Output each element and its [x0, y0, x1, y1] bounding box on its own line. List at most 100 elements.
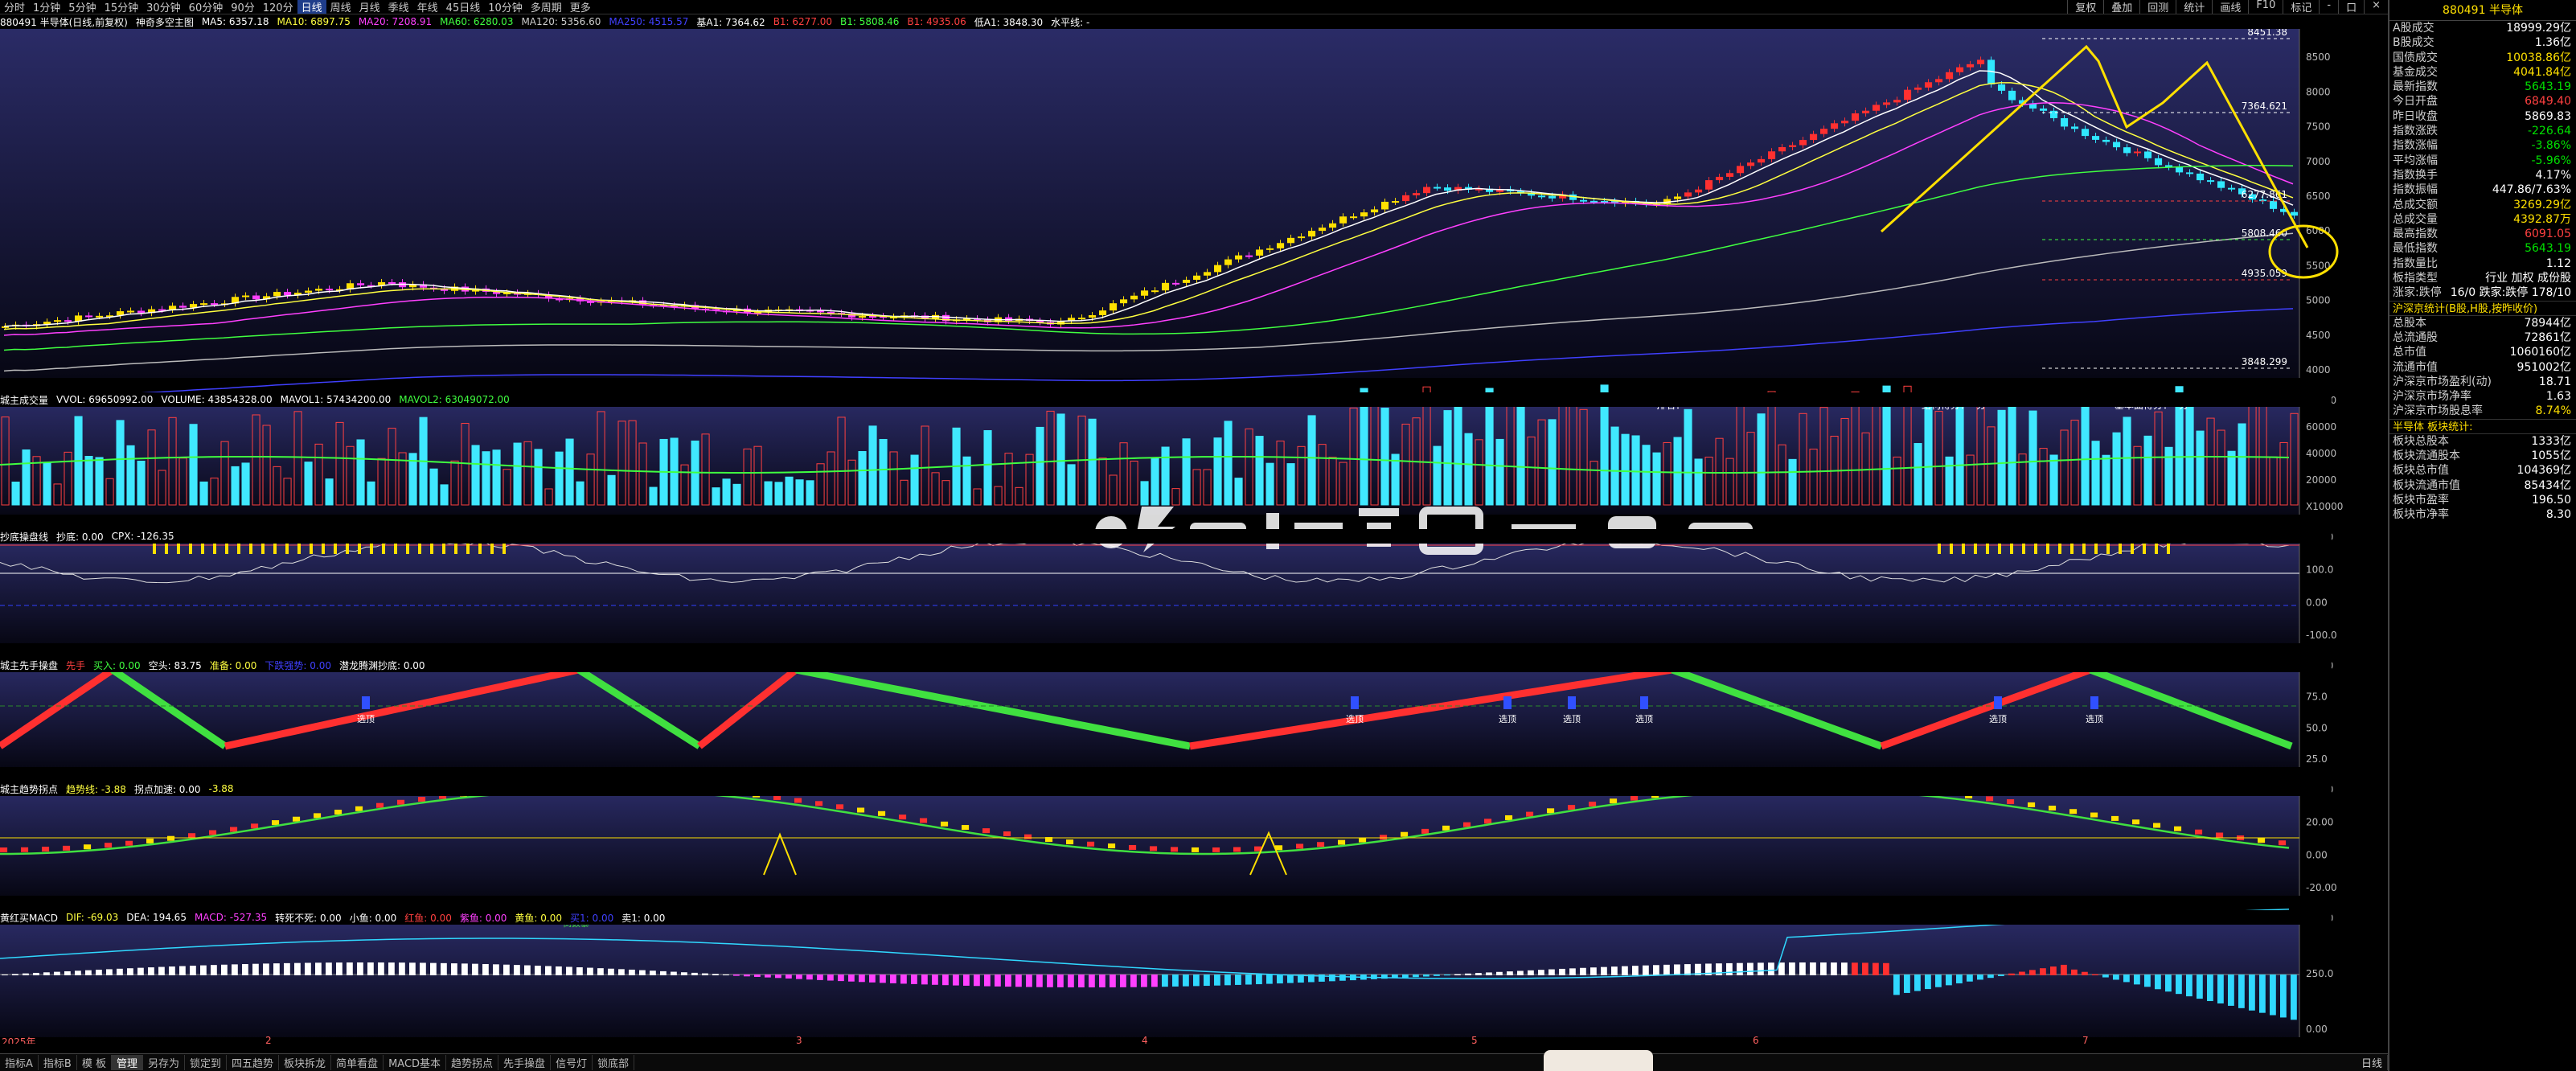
toolbar-button-5[interactable]: F10 [2248, 0, 2283, 14]
trend-marker [2111, 815, 2119, 821]
candle [1141, 290, 1149, 296]
indicator-tab-6[interactable]: 四五趋势 [227, 1055, 280, 1070]
indicator-tab-8[interactable]: 简单看盘 [331, 1055, 384, 1070]
indicator-tab-2[interactable]: 模 板 [77, 1055, 112, 1070]
indicator-tab-10[interactable]: 趋势拐点 [446, 1055, 499, 1070]
trend-marker [21, 847, 29, 852]
legend-value: MA10: 6897.75 [277, 16, 351, 27]
stat-value: 6849.40 [2525, 95, 2571, 109]
stat-row: 沪深京市场净率 1.63 [2389, 389, 2576, 404]
legend-value: 基A1: 7364.62 [696, 16, 765, 28]
toolbar-button-3[interactable]: 统计 [2176, 0, 2212, 14]
stat-label: 板指类型 [2393, 272, 2438, 285]
volume-bar [565, 438, 574, 506]
period-tab-1[interactable]: 1分钟 [29, 0, 64, 14]
trend-marker [920, 818, 928, 823]
indicator-tab-12[interactable]: 信号灯 [551, 1055, 593, 1070]
macd-bar [1967, 975, 1973, 982]
toolbar-button-8[interactable]: 口 [2338, 0, 2364, 14]
indicator-title[interactable]: 黄红买MACD [0, 911, 58, 925]
tri-info-legend: 城主先手操盘 先手 买入: 0.00 空头: 83.75 准备: 0.00 下跌强势: 0… [0, 658, 2332, 672]
stat-row: 沪深京市场盈利(动) 18.71 [2389, 375, 2576, 389]
volume-bar [1255, 436, 1264, 506]
tri-signal [1351, 696, 1359, 709]
candle [817, 310, 825, 313]
toolbar-button-1[interactable]: 叠加 [2103, 0, 2139, 14]
period-tab-9[interactable]: 周线 [326, 0, 355, 14]
toolbar-button-4[interactable]: 画线 [2212, 0, 2248, 14]
toolbar-button-7[interactable]: - [2319, 0, 2338, 14]
macd-bar [117, 968, 123, 975]
bottom-period-label[interactable]: 日线 [2357, 1055, 2388, 1070]
period-tab-3[interactable]: 15分钟 [100, 0, 143, 14]
stat-row: 沪深京市场股息率 8.74% [2389, 404, 2576, 418]
reference-label: 3848.299 [2242, 356, 2287, 367]
volume-bar [879, 438, 888, 506]
macd-bar [2134, 975, 2140, 985]
macd-bar [859, 975, 865, 983]
indicator-tab-3[interactable]: 管理 [111, 1055, 143, 1070]
macd-bar [775, 975, 781, 979]
macd-bar [1329, 975, 1335, 982]
period-tab-4[interactable]: 30分钟 [142, 0, 185, 14]
macd-bar [1266, 975, 1273, 984]
period-tab-8[interactable]: 日线 [297, 0, 326, 14]
macd-bar [399, 962, 405, 975]
period-tab-15[interactable]: 多周期 [527, 0, 566, 14]
axis-tick-label: 0.00 [2306, 1024, 2328, 1035]
stat-value: 1333亿 [2531, 434, 2571, 448]
indicator-tab-7[interactable]: 板块拆龙 [279, 1055, 332, 1070]
period-tab-0[interactable]: 分时 [0, 0, 29, 14]
period-tab-11[interactable]: 季线 [384, 0, 413, 14]
period-tab-10[interactable]: 月线 [355, 0, 384, 14]
toolbar-button-9[interactable]: × [2364, 0, 2388, 14]
period-tab-16[interactable]: 更多 [566, 0, 595, 14]
macd-bar [2071, 969, 2078, 975]
main-info-legend: 880491 半导体(日线,前复权) 神奇多空主图 MA5: 6357.18 MA10… [0, 14, 2332, 29]
macd-bar [1402, 975, 1409, 978]
macd-bar [1883, 962, 1889, 975]
stat-row: 基金成交 4041.84亿 [2389, 65, 2576, 80]
indicator-title[interactable]: 880491 半导体(日线,前复权) [0, 15, 128, 29]
tri-signal-label: 选顶 [2086, 714, 2103, 724]
indicator-tab-11[interactable]: 先手操盘 [498, 1055, 552, 1070]
indicator-tab-13[interactable]: 锁底部 [593, 1055, 635, 1070]
indicator-title[interactable]: 城主趋势拐点 [0, 782, 58, 796]
indicator-subtitle[interactable]: 神奇多空主图 [136, 15, 194, 29]
period-tab-2[interactable]: 5分钟 [64, 0, 100, 14]
period-tab-13[interactable]: 45日线 [442, 0, 485, 14]
period-tab-7[interactable]: 120分 [259, 0, 297, 14]
trend-marker [146, 838, 154, 843]
toolbar-button-2[interactable]: 回测 [2139, 0, 2176, 14]
indicator-title[interactable]: 抄底操盘线 [0, 530, 48, 544]
trend-marker [125, 840, 133, 846]
indicator-title[interactable]: 城主成交量 [0, 393, 48, 407]
volume-bar [1757, 413, 1766, 506]
period-tab-12[interactable]: 年线 [413, 0, 442, 14]
volume-bar [199, 481, 208, 506]
period-tab-5[interactable]: 60分钟 [185, 0, 228, 14]
candle [2061, 117, 2069, 127]
indicator-tab-9[interactable]: MACD基本 [384, 1055, 447, 1070]
indicator-tab-4[interactable]: 另存为 [143, 1055, 185, 1070]
toolbar-button-6[interactable]: 标记 [2283, 0, 2319, 14]
volume-bar [2238, 423, 2246, 506]
macd-bar [2186, 975, 2192, 997]
period-tab-14[interactable]: 10分钟 [484, 0, 527, 14]
macd-bar [43, 972, 50, 975]
toolbar-button-0[interactable]: 复权 [2067, 0, 2103, 14]
trend-marker [2069, 809, 2078, 815]
trend-marker [941, 821, 949, 827]
macd-bar [660, 970, 667, 975]
candle [64, 320, 72, 322]
macd-bar [1977, 975, 1983, 980]
trend-marker [2049, 806, 2057, 811]
indicator-tab-0[interactable]: 指标A [0, 1055, 39, 1070]
indicator-title[interactable]: 城主先手操盘 [0, 659, 58, 672]
candle [1799, 140, 1807, 146]
candle [1820, 129, 1828, 134]
period-tab-6[interactable]: 90分 [227, 0, 259, 14]
indicator-tab-1[interactable]: 指标B [39, 1055, 77, 1070]
macd-bar [158, 966, 165, 975]
indicator-tab-5[interactable]: 锁定到 [185, 1055, 228, 1070]
